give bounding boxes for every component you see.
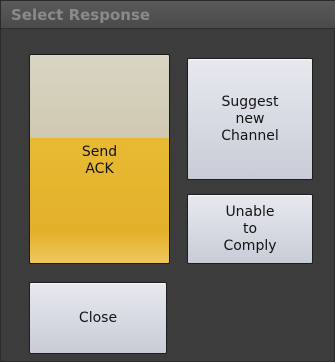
close-label: Close (78, 309, 118, 326)
suggest-new-channel-button[interactable]: Suggest new Channel (187, 58, 313, 180)
send-ack-label: Send ACK (81, 144, 118, 177)
dialog-title: Select Response (11, 6, 151, 24)
suggest-new-channel-label: Suggest new Channel (221, 93, 279, 144)
unable-to-comply-label: Unable to Comply (223, 203, 277, 254)
send-ack-button[interactable]: Send ACK (29, 54, 170, 264)
close-button[interactable]: Close (29, 282, 167, 354)
unable-to-comply-button[interactable]: Unable to Comply (187, 194, 313, 264)
select-response-dialog: Select Response Send ACK Suggest new Cha… (0, 0, 335, 362)
title-bar: Select Response (1, 1, 335, 29)
